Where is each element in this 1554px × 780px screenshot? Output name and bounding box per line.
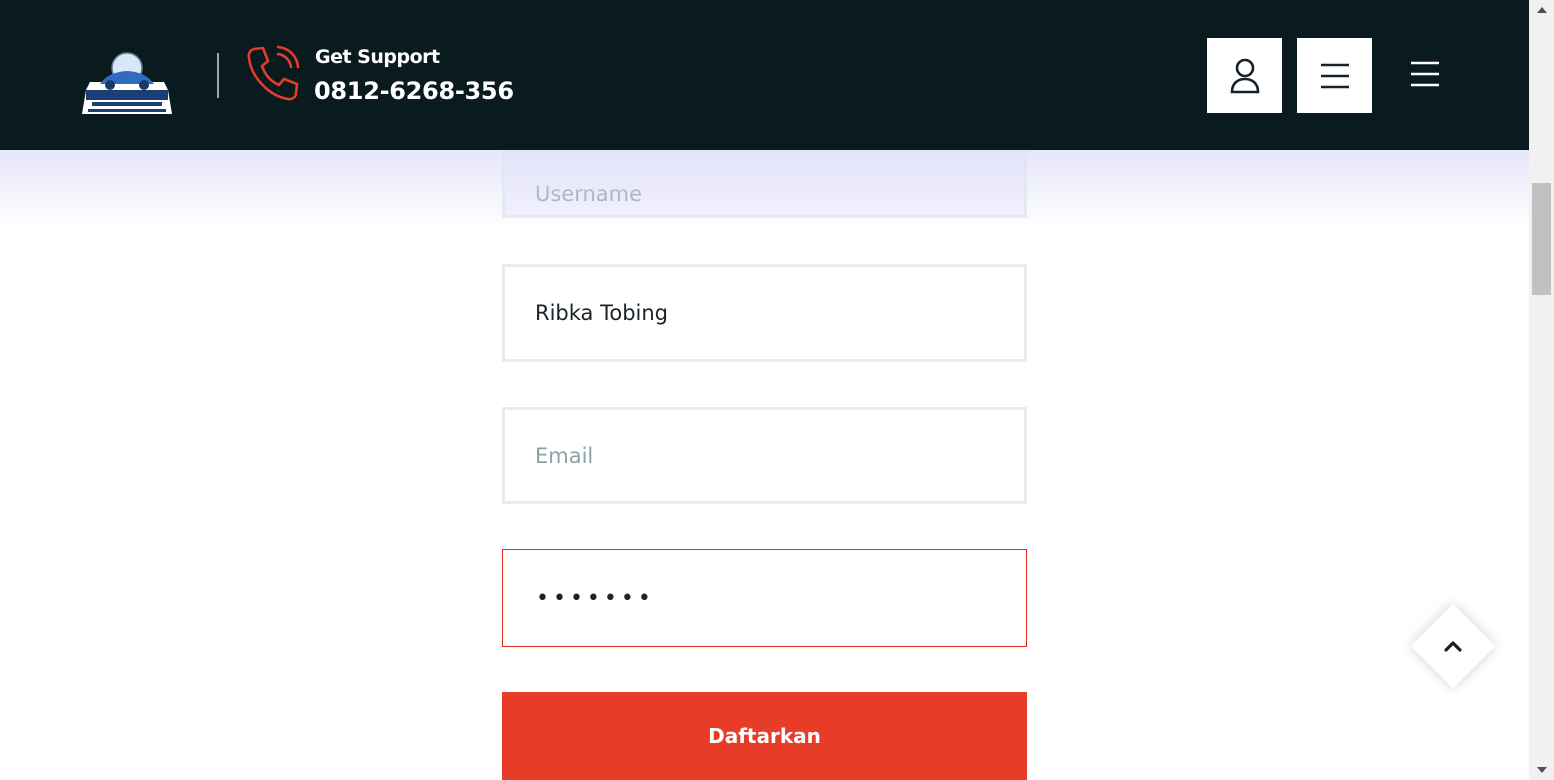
- name-input[interactable]: [505, 267, 1024, 359]
- hamburger-icon: [1411, 61, 1439, 87]
- email-field[interactable]: [502, 407, 1027, 504]
- register-button[interactable]: Daftarkan: [502, 692, 1027, 780]
- site-header: Get Support 0812-6268-356: [0, 0, 1529, 150]
- name-field[interactable]: [502, 264, 1027, 362]
- email-input[interactable]: [505, 410, 1024, 501]
- menu-icon: [1320, 63, 1349, 88]
- phone-icon: [245, 44, 301, 102]
- scrollbar[interactable]: [1529, 0, 1554, 780]
- header-shadow: [0, 150, 1529, 230]
- user-icon: [1230, 58, 1259, 93]
- support-phone-number[interactable]: 0812-6268-356: [314, 77, 514, 105]
- header-divider: [217, 53, 219, 98]
- menu-button[interactable]: [1297, 38, 1372, 113]
- doli-motor-logo[interactable]: [80, 50, 174, 118]
- mobile-menu-button[interactable]: [1395, 44, 1455, 104]
- page: Get Support 0812-6268-356 Username Ribka…: [0, 0, 1554, 780]
- chevron-up-icon: [1444, 641, 1462, 652]
- password-input[interactable]: [503, 550, 1026, 646]
- back-to-top-button[interactable]: [1410, 603, 1496, 689]
- scroll-up-arrow[interactable]: [1529, 0, 1554, 20]
- scroll-down-arrow[interactable]: [1529, 760, 1554, 780]
- scrollbar-thumb[interactable]: [1532, 183, 1551, 295]
- password-field[interactable]: [502, 549, 1027, 647]
- support-label: Get Support: [315, 46, 440, 68]
- user-account-button[interactable]: [1207, 38, 1282, 113]
